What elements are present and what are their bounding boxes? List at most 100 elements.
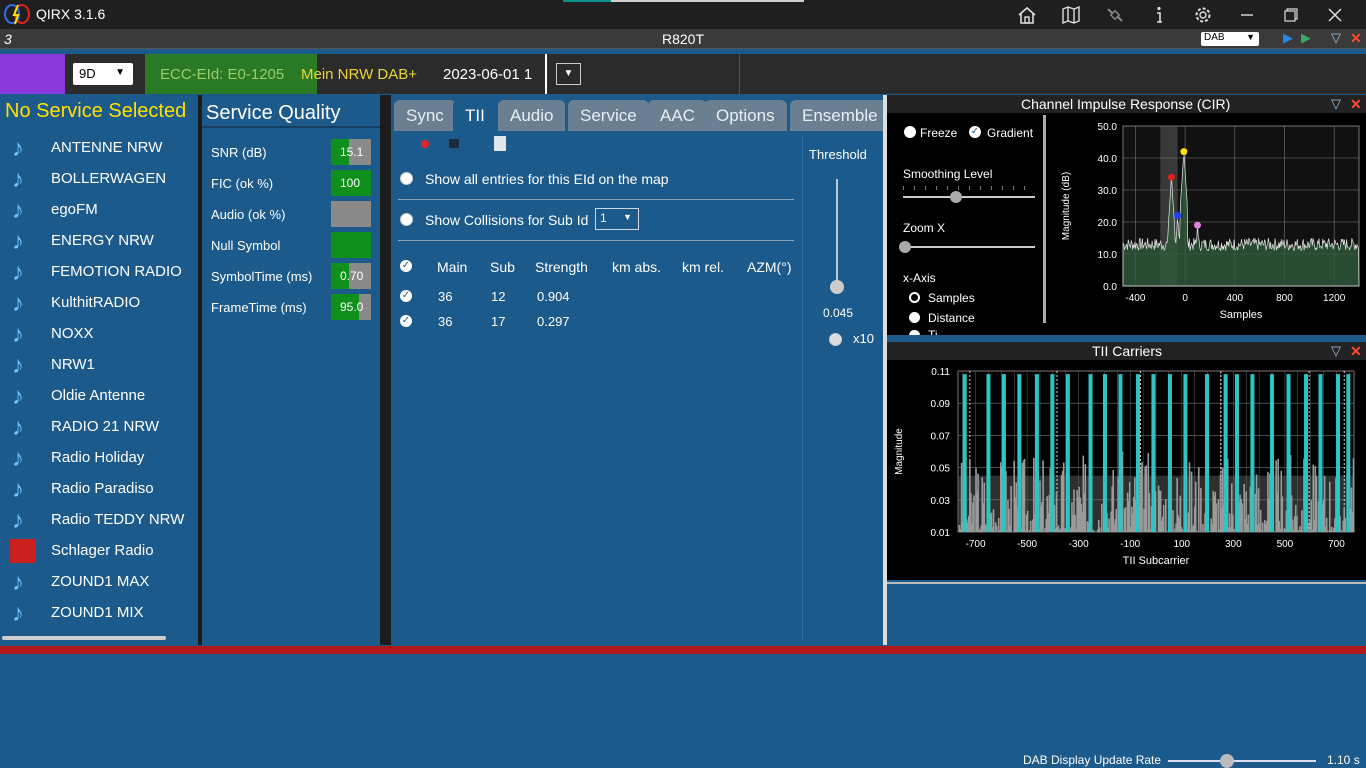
home-icon[interactable] — [1005, 0, 1049, 29]
tii-carrier-bar — [1184, 374, 1188, 532]
restore-icon[interactable] — [1269, 0, 1313, 29]
tii-xtick: -500 — [1017, 539, 1037, 550]
service-item[interactable]: ♪ FEMOTION RADIO — [0, 257, 198, 288]
collapse-icon[interactable]: ▽ — [1331, 96, 1341, 112]
cir-ytick: 30.0 — [1098, 186, 1118, 197]
tii-carriers-panel: TII Carriers ▽ ✕ 0.01 0.03 0.05 0.07 0.09 0.1… — [887, 342, 1366, 580]
record-icon[interactable] — [421, 140, 429, 148]
music-note-icon: ♪ — [12, 259, 24, 286]
tii-noise-bar — [973, 495, 975, 532]
tii-noise-bar — [1141, 461, 1143, 532]
map-icon[interactable] — [1049, 0, 1093, 29]
service-item[interactable]: ♪ NOXX — [0, 319, 198, 350]
horizontal-scrollbar[interactable] — [2, 636, 166, 640]
service-item[interactable]: ♪ egoFM — [0, 195, 198, 226]
gradient-checkbox[interactable]: ✓ — [969, 126, 981, 138]
document-icon[interactable] — [494, 136, 506, 151]
close-icon[interactable] — [1313, 0, 1357, 29]
tii-noise-bar — [977, 473, 979, 532]
tii-carriers-title: TII Carriers — [1092, 343, 1162, 359]
xaxis-distance-label: Distance — [928, 311, 975, 325]
select-all-check-icon[interactable]: ✓ — [400, 260, 412, 272]
collapse-icon[interactable]: ▽ — [1331, 30, 1341, 46]
column-header[interactable]: km abs. — [612, 259, 661, 275]
satellite-icon[interactable] — [1093, 0, 1137, 29]
info-icon[interactable] — [1137, 0, 1181, 29]
tii-carrier-bar — [987, 374, 991, 532]
close-panel-icon[interactable]: ✕ — [1350, 96, 1362, 113]
cir-xlabel: Samples — [1220, 309, 1263, 321]
ensemble-date: 2023-06-01 1 — [443, 66, 533, 83]
smoothing-slider-knob[interactable] — [949, 191, 962, 203]
row-check-icon[interactable]: ✓ — [400, 290, 412, 302]
minimize-icon[interactable] — [1225, 0, 1269, 29]
service-item[interactable]: ♪ NRW1 — [0, 350, 198, 381]
threshold-slider-track[interactable] — [836, 179, 838, 293]
sub-id-select[interactable]: 1 ▼ — [595, 208, 639, 230]
tii-noise-bar — [1062, 462, 1065, 532]
service-item[interactable]: ♪ ZOUND1 MAX — [0, 567, 198, 598]
freeze-radio[interactable] — [904, 126, 916, 138]
tab-audio[interactable]: Audio — [498, 100, 566, 131]
divider — [887, 582, 1366, 584]
quality-bar: 0.70 — [331, 263, 371, 289]
xaxis-time-radio[interactable] — [909, 330, 920, 335]
tii-carrier-bar — [1168, 374, 1172, 532]
play-icon[interactable]: ▶ — [1283, 30, 1293, 46]
tii-noise-bar — [997, 517, 1000, 532]
service-item[interactable]: ♪ Radio Paradiso — [0, 474, 198, 505]
channel-select[interactable]: 9D ▼ — [73, 63, 133, 85]
tii-carrier-bar — [1206, 374, 1210, 532]
column-header[interactable]: AZM(°) — [747, 259, 791, 275]
vertical-scrollbar[interactable] — [1043, 115, 1046, 323]
zoomx-slider-knob[interactable] — [899, 241, 911, 253]
zoomx-slider-track[interactable] — [903, 246, 1035, 248]
tab-ensemble[interactable]: Ensemble — [790, 100, 890, 131]
play-green-icon[interactable]: ▶ — [1301, 30, 1311, 46]
tii-carrier-bar — [1035, 374, 1039, 532]
tab-tii[interactable]: TII — [453, 100, 497, 131]
service-item[interactable]: ♪ Oldie Antenne — [0, 381, 198, 412]
update-rate-slider-track[interactable] — [1168, 760, 1316, 762]
smoothing-slider-track[interactable] — [903, 196, 1035, 198]
expand-dropdown-button[interactable]: ▼ — [556, 63, 581, 85]
tab-service[interactable]: Service — [568, 100, 649, 131]
row-check-icon[interactable]: ✓ — [400, 315, 412, 327]
xaxis-samples-radio[interactable] — [909, 292, 920, 303]
tab-options[interactable]: Options — [704, 100, 787, 131]
service-item[interactable]: ♪ ANTENNE NRW — [0, 133, 198, 164]
service-item[interactable]: Schlager Radio — [0, 536, 198, 567]
service-item[interactable]: ♪ Radio Holiday — [0, 443, 198, 474]
mode-select[interactable]: DAB ▼ — [1201, 32, 1259, 46]
tab-sync[interactable]: Sync — [394, 100, 456, 131]
music-note-icon: ♪ — [12, 352, 24, 379]
station-logo-icon — [10, 539, 36, 563]
close-panel-icon[interactable]: ✕ — [1350, 343, 1362, 360]
column-header[interactable]: km rel. — [682, 259, 724, 275]
service-item[interactable]: ♪ ZOUND1 MIX — [0, 598, 198, 629]
gear-icon[interactable] — [1181, 0, 1225, 29]
column-header[interactable]: Main — [437, 259, 467, 275]
service-item[interactable]: ♪ ENERGY NRW — [0, 226, 198, 257]
tii-noise-bar — [1181, 528, 1184, 532]
service-item[interactable]: ♪ RADIO 21 NRW — [0, 412, 198, 443]
collapse-icon[interactable]: ▽ — [1331, 343, 1341, 359]
x10-radio[interactable] — [829, 333, 842, 346]
service-item[interactable]: ♪ BOLLERWAGEN — [0, 164, 198, 195]
quality-row: FrameTime (ms) 95.0 — [211, 294, 375, 320]
show-all-radio[interactable] — [400, 172, 413, 185]
threshold-slider-knob[interactable] — [830, 280, 844, 294]
service-name: egoFM — [51, 201, 98, 218]
column-header[interactable]: Sub — [490, 259, 515, 275]
tii-noise-bar — [960, 462, 963, 532]
cir-xtick: 1200 — [1323, 293, 1346, 304]
tab-aac[interactable]: AAC — [648, 100, 707, 131]
xaxis-distance-radio[interactable] — [909, 312, 920, 323]
tii-noise-bar — [1202, 523, 1204, 532]
service-item[interactable]: ♪ Radio TEDDY NRW — [0, 505, 198, 536]
show-collisions-radio[interactable] — [400, 213, 413, 226]
close-panel-icon[interactable]: ✕ — [1350, 30, 1362, 47]
stop-icon[interactable] — [449, 139, 459, 148]
service-item[interactable]: ♪ KulthitRADIO — [0, 288, 198, 319]
column-header[interactable]: Strength — [535, 259, 588, 275]
